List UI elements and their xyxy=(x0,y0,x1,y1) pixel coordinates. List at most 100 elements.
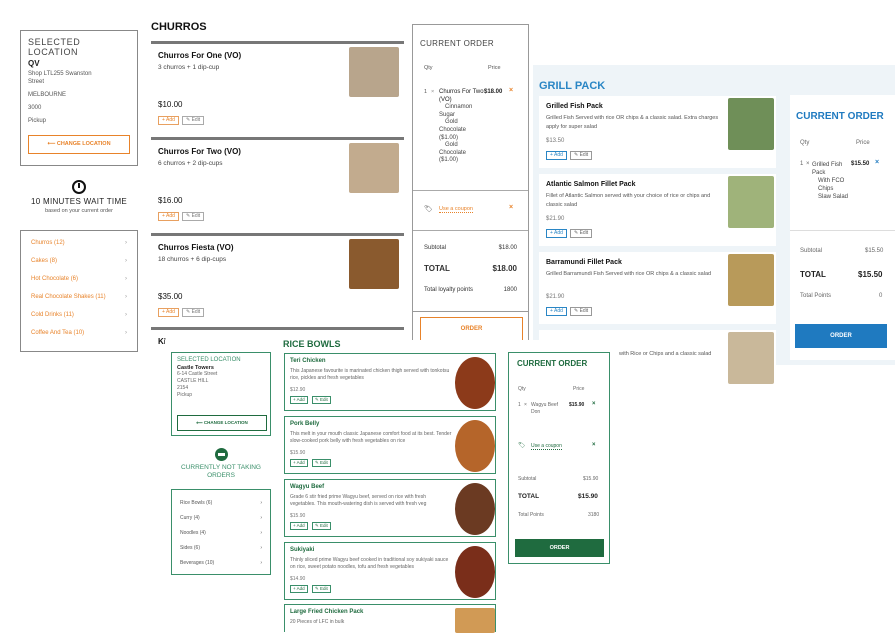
menu-item-price: $13.50 xyxy=(546,138,565,144)
menu-item-price: $21.90 xyxy=(546,216,565,222)
category-item[interactable]: Sides (6) › xyxy=(180,541,262,556)
category-item[interactable]: Curry (4) › xyxy=(180,511,262,526)
add-button[interactable]: + Add xyxy=(158,308,179,317)
category-item[interactable]: Noodles (4) › xyxy=(180,526,262,541)
menu-item-desc: Grilled Fish Served with rice OR chips &… xyxy=(546,115,719,130)
order-line-price: $15.50 xyxy=(851,161,870,167)
teri-chicken-image xyxy=(455,357,495,409)
coupon-link[interactable]: Use a coupon xyxy=(439,206,473,213)
points-label: Total Points xyxy=(800,293,832,299)
remove-item-icon[interactable]: × xyxy=(509,87,513,94)
menu-section-title: GRILL PACK xyxy=(539,80,606,92)
location-heading: SELECTED LOCATION xyxy=(177,357,241,363)
divider xyxy=(790,230,895,231)
edit-button[interactable]: ✎ Edit xyxy=(570,229,593,238)
order-button[interactable]: ORDER xyxy=(795,324,887,348)
remove-item-icon[interactable]: × xyxy=(875,159,879,166)
edit-button[interactable]: ✎ Edit xyxy=(570,151,593,160)
add-button[interactable]: + Add xyxy=(290,585,308,593)
fish-pack-image xyxy=(728,98,774,150)
edit-button[interactable]: ✎ Edit xyxy=(182,308,205,317)
menu-item: Wagyu Beef Grade 6 stir fried prime Wagy… xyxy=(284,479,496,537)
coupon-remove-icon[interactable]: × xyxy=(509,204,513,211)
category-item[interactable]: Rice Bowls (6) › xyxy=(180,496,262,511)
points-label: Total Points xyxy=(518,512,544,518)
points-value: 3180 xyxy=(588,512,600,518)
salmon-pack-image xyxy=(728,176,774,228)
category-item[interactable]: Cakes (8) › xyxy=(31,252,127,270)
edit-button[interactable]: ✎ Edit xyxy=(312,522,331,530)
total-label: TOTAL xyxy=(424,264,450,273)
chevron-right-icon: › xyxy=(260,515,262,521)
edit-button[interactable]: ✎ Edit xyxy=(570,307,593,316)
multiply-sign: × xyxy=(806,161,810,167)
churros-image xyxy=(349,143,399,193)
add-button[interactable]: + Add xyxy=(290,459,308,467)
order-line-qty: 1 xyxy=(424,89,428,95)
category-item[interactable]: Real Chocolate Shakes (11) › xyxy=(31,288,127,306)
total-label: TOTAL xyxy=(800,270,826,279)
chevron-right-icon: › xyxy=(125,276,127,282)
menu-item-price: $10.00 xyxy=(158,100,183,109)
menu-item: Grilled Fish Pack Grilled Fish Served wi… xyxy=(539,96,776,168)
category-item[interactable]: Coffee And Tea (10) › xyxy=(31,324,127,342)
add-button[interactable]: + Add xyxy=(290,522,308,530)
coupon-remove-icon[interactable]: × xyxy=(592,442,596,448)
edit-button[interactable]: ✎ Edit xyxy=(312,459,331,467)
edit-button[interactable]: ✎ Edit xyxy=(182,116,205,125)
menu-item-name: Churros Fiesta (VO) xyxy=(158,243,234,252)
no-entry-icon xyxy=(214,448,228,461)
divider xyxy=(413,190,528,191)
order-title: CURRENT ORDER xyxy=(517,359,588,368)
add-button[interactable]: + Add xyxy=(158,212,179,221)
chevron-right-icon: › xyxy=(260,560,262,566)
edit-button[interactable]: ✎ Edit xyxy=(182,212,205,221)
current-order-panel: CURRENT ORDER Qty Price 1 × Churros For … xyxy=(412,24,529,312)
category-item[interactable]: Beverages (10) › xyxy=(180,556,262,571)
menu-item: Large Fried Chicken Pack 20 Pieces of LF… xyxy=(284,604,496,633)
subtotal-value: $18.00 xyxy=(498,245,517,251)
menu-section-title: CHURROS xyxy=(151,21,207,33)
menu-item-desc: Grilled Barramundi Fish Served with rice… xyxy=(546,271,712,277)
edit-button[interactable]: ✎ Edit xyxy=(312,585,331,593)
order-line-item: Grilled Fish Pack With FCO Chips Slaw Sa… xyxy=(812,162,849,200)
chevron-right-icon: › xyxy=(125,258,127,264)
remove-item-icon[interactable]: × xyxy=(592,401,596,407)
selected-location-card: SELECTED LOCATION QV Shop LTL255 Swansto… xyxy=(20,30,138,166)
order-line-qty: 1 xyxy=(800,161,804,167)
menu-item-name: Churros For Two (VO) xyxy=(158,147,241,156)
barramundi-pack-image xyxy=(728,254,774,306)
add-button[interactable]: + Add xyxy=(546,229,567,238)
order-title: CURRENT ORDER xyxy=(796,111,884,122)
add-button[interactable]: + Add xyxy=(290,396,308,404)
tag-icon: 🏷 xyxy=(424,206,433,213)
menu-item-desc: 20 Pieces of LFC in bulk xyxy=(290,619,345,625)
menu-item-price: $14.90 xyxy=(290,576,306,582)
add-button[interactable]: + Add xyxy=(546,307,567,316)
location-address: Shop LTL255 Swanston xyxy=(28,71,92,77)
edit-button[interactable]: ✎ Edit xyxy=(312,396,331,404)
category-list: Rice Bowls (6) › Curry (4) › Noodles (4) › … xyxy=(171,489,271,575)
menu-item-desc: Thinly sliced prime Wagyu beef cooked in… xyxy=(290,557,449,570)
subtotal-label: Subtotal xyxy=(800,248,823,254)
menu-item-price: $15.90 xyxy=(290,513,306,519)
loyalty-value: 1800 xyxy=(503,287,517,293)
chevron-right-icon: › xyxy=(260,530,262,536)
sukiyaki-image xyxy=(455,546,495,598)
category-item[interactable]: Cold Drinks (11) › xyxy=(31,306,127,324)
total-value: $15.90 xyxy=(578,493,598,500)
total-label: TOTAL xyxy=(518,493,540,500)
order-button[interactable]: ORDER xyxy=(515,539,604,557)
menu-item-name: Sukiyaki xyxy=(290,547,315,553)
category-item[interactable]: Churros (12) › xyxy=(31,234,127,252)
change-location-button[interactable]: ⟵ CHANGE LOCATION xyxy=(177,415,267,431)
change-location-button[interactable]: ⟵ CHANGE LOCATION xyxy=(28,135,130,154)
coupon-link[interactable]: Use a coupon xyxy=(531,443,562,450)
menu-item-price: $16.00 xyxy=(158,196,183,205)
order-line-item: Churros For Two (VO) Cinnamon Sugar Gold… xyxy=(439,89,484,164)
category-item[interactable]: Hot Chocolate (6) › xyxy=(31,270,127,288)
chevron-right-icon: › xyxy=(125,312,127,318)
add-button[interactable]: + Add xyxy=(546,151,567,160)
add-button[interactable]: + Add xyxy=(158,116,179,125)
total-value: $18.00 xyxy=(492,264,517,273)
